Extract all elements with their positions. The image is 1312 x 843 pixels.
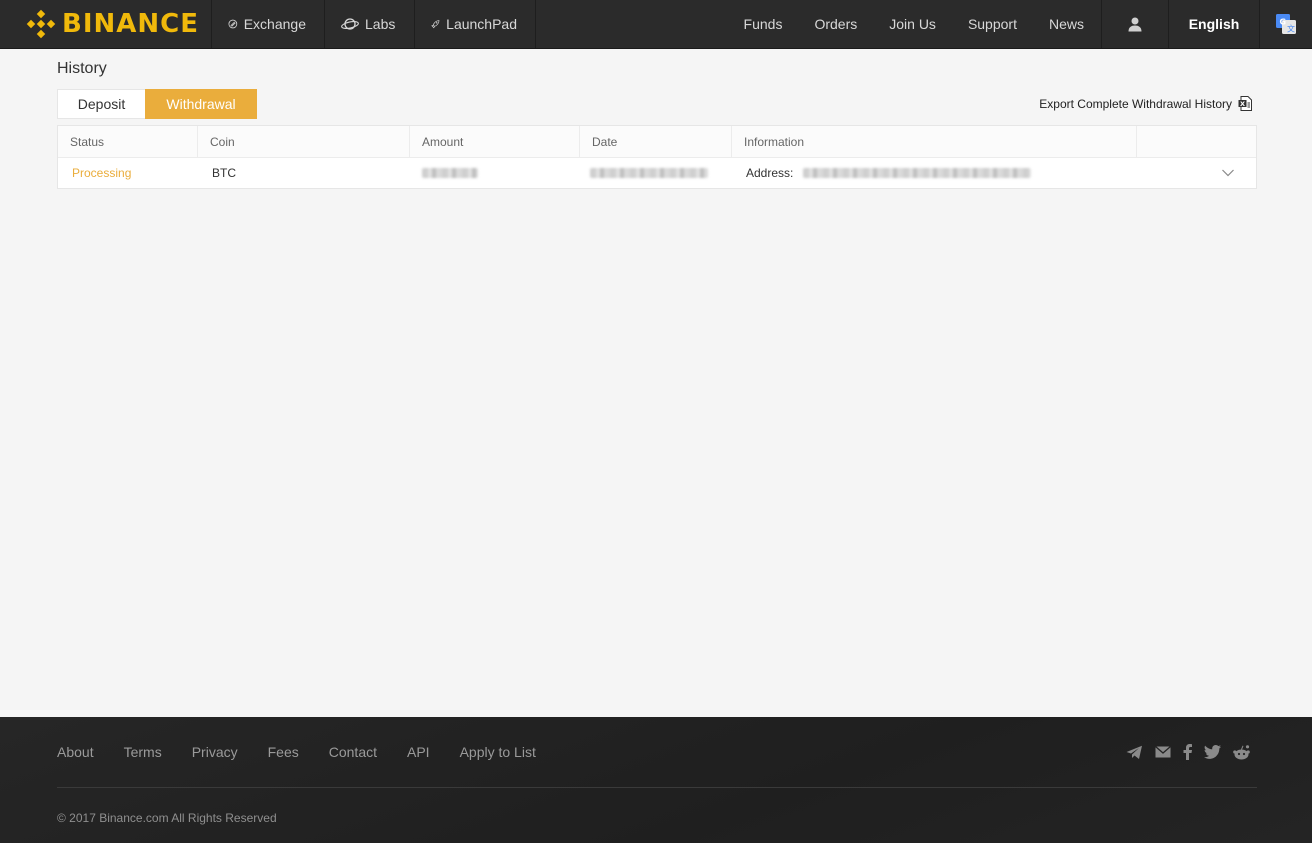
nav-support[interactable]: Support — [968, 16, 1017, 32]
tab-withdrawal[interactable]: Withdrawal — [145, 89, 257, 119]
brand-logo[interactable]: BINANCE — [0, 0, 212, 48]
export-history-label: Export Complete Withdrawal History — [1039, 96, 1232, 111]
excel-file-icon: X — [1238, 96, 1252, 111]
column-header-coin: Coin — [198, 126, 410, 157]
exchange-icon — [228, 19, 238, 29]
google-translate-icon: G 文 — [1276, 14, 1296, 34]
footer-link-apply-to-list[interactable]: Apply to List — [460, 744, 536, 760]
nav-orders[interactable]: Orders — [814, 16, 857, 32]
history-tabs: Deposit Withdrawal — [57, 89, 257, 119]
brand-name: BINANCE — [62, 9, 199, 39]
tab-deposit[interactable]: Deposit — [57, 89, 145, 119]
nav-funds[interactable]: Funds — [744, 16, 783, 32]
withdrawal-history-table: Status Coin Amount Date Information Proc… — [57, 125, 1257, 189]
rocket-icon — [431, 20, 440, 29]
footer-link-terms[interactable]: Terms — [124, 744, 162, 760]
column-header-information: Information — [732, 126, 1137, 157]
column-header-amount: Amount — [410, 126, 580, 157]
export-history-link[interactable]: Export Complete Withdrawal History X — [1039, 96, 1252, 111]
language-label: English — [1188, 16, 1240, 32]
nav-labs[interactable]: Labs — [325, 0, 415, 48]
row-status: Processing — [72, 166, 132, 180]
nav-join-us[interactable]: Join Us — [889, 16, 936, 32]
twitter-icon[interactable] — [1204, 745, 1221, 759]
table-row[interactable]: Processing BTC Address: — [58, 158, 1256, 188]
nav-exchange-label: Exchange — [243, 16, 306, 32]
redacted-address — [803, 168, 1032, 178]
translate-button[interactable]: G 文 — [1260, 0, 1312, 48]
nav-launchpad[interactable]: LaunchPad — [415, 0, 536, 48]
row-information: Address: — [732, 158, 1137, 188]
address-label: Address: — [746, 166, 794, 180]
nav-launchpad-label: LaunchPad — [446, 16, 517, 32]
nav-labs-label: Labs — [365, 16, 396, 32]
facebook-icon[interactable] — [1183, 744, 1192, 760]
row-amount — [410, 158, 580, 188]
footer-link-contact[interactable]: Contact — [329, 744, 377, 760]
nav-exchange[interactable]: Exchange — [212, 0, 325, 48]
footer-link-fees[interactable]: Fees — [268, 744, 299, 760]
chevron-down-icon — [1222, 169, 1234, 177]
planet-icon — [341, 18, 359, 30]
redacted-amount — [422, 168, 478, 178]
row-expand[interactable] — [1137, 158, 1256, 188]
footer-link-about[interactable]: About — [57, 744, 94, 760]
language-selector[interactable]: English — [1169, 0, 1260, 48]
telegram-icon[interactable] — [1126, 745, 1143, 760]
user-menu[interactable] — [1101, 0, 1169, 48]
svg-text:文: 文 — [1287, 24, 1295, 34]
redacted-date — [590, 168, 708, 178]
nav-news[interactable]: News — [1049, 16, 1084, 32]
mail-icon[interactable] — [1155, 746, 1171, 758]
footer-link-api[interactable]: API — [407, 744, 430, 760]
footer-link-privacy[interactable]: Privacy — [192, 744, 238, 760]
column-header-status: Status — [58, 126, 198, 157]
social-links — [1114, 744, 1250, 760]
footer-links: About Terms Privacy Fees Contact API App… — [57, 744, 566, 760]
site-footer: About Terms Privacy Fees Contact API App… — [0, 717, 1312, 843]
svg-text:X: X — [1240, 100, 1245, 108]
binance-logo-icon — [26, 9, 56, 39]
top-navbar: BINANCE Exchange Labs LaunchPad Funds Or… — [0, 0, 1312, 49]
table-header: Status Coin Amount Date Information — [58, 126, 1256, 158]
footer-divider — [57, 787, 1257, 788]
svg-text:G: G — [1280, 18, 1287, 27]
reddit-icon[interactable] — [1233, 744, 1250, 760]
column-header-actions — [1137, 126, 1256, 157]
page-title: History — [57, 60, 107, 77]
row-date — [580, 158, 732, 188]
row-coin: BTC — [212, 166, 236, 180]
copyright-text: © 2017 Binance.com All Rights Reserved — [57, 811, 277, 825]
column-header-date: Date — [580, 126, 732, 157]
user-icon — [1128, 17, 1142, 32]
